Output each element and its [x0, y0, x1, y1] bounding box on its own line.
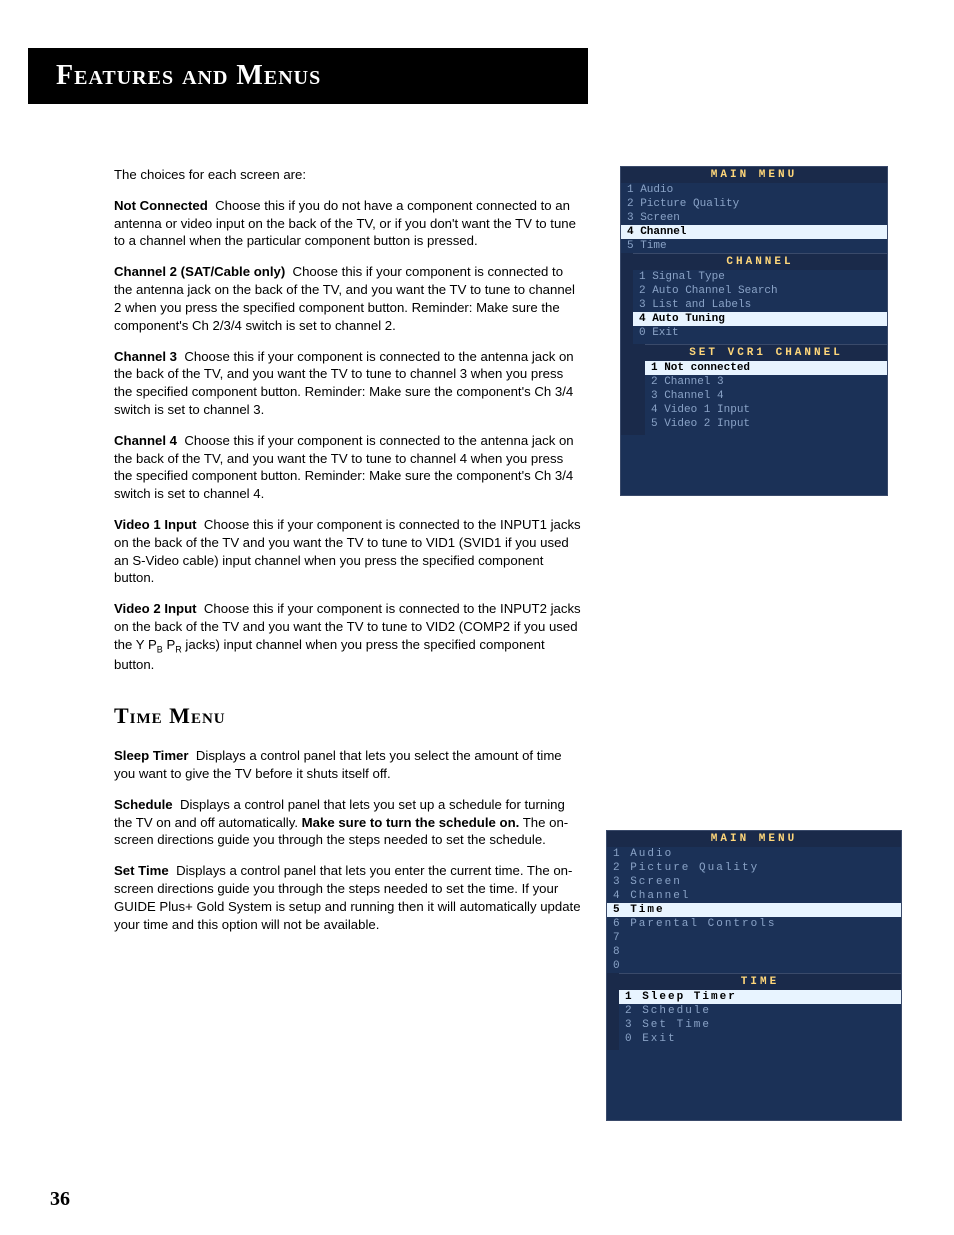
- menu-item: 5 Video 2 Input: [645, 417, 887, 431]
- menu-item: 5 Time: [607, 903, 901, 917]
- menu-item: 4 Channel: [607, 889, 901, 903]
- menu-item: 4 Video 1 Input: [645, 403, 887, 417]
- time-menu-heading: Time Menu: [114, 701, 584, 731]
- menu-item: 4 Auto Tuning: [633, 312, 887, 326]
- option-channel-4: Channel 4 Choose this if your component …: [114, 432, 584, 503]
- option-not-connected: Not Connected Choose this if you do not …: [114, 197, 584, 250]
- menu-item: 7: [607, 931, 901, 945]
- menu-item: 0: [607, 959, 901, 973]
- menu-item: 8: [607, 945, 901, 959]
- option-channel-2: Channel 2 (SAT/Cable only) Choose this i…: [114, 263, 584, 334]
- osd-channel-menu: MAIN MENU 1 Audio2 Picture Quality3 Scre…: [620, 166, 888, 496]
- menu-item: 2 Picture Quality: [607, 861, 901, 875]
- osd-time-title: TIME: [619, 974, 901, 990]
- page-number: 36: [50, 1188, 70, 1211]
- body-text: The choices for each screen are: Not Con…: [114, 166, 584, 946]
- intro-text: The choices for each screen are:: [114, 166, 584, 184]
- option-channel-3: Channel 3 Choose this if your component …: [114, 348, 584, 419]
- menu-item: 2 Auto Channel Search: [633, 284, 887, 298]
- section-header: Features and Menus: [28, 48, 588, 104]
- time-sleep-timer: Sleep Timer Displays a control panel tha…: [114, 747, 584, 783]
- menu-item: 1 Audio: [607, 847, 901, 861]
- menu-item: 2 Picture Quality: [621, 197, 887, 211]
- menu-item: 0 Exit: [633, 326, 887, 340]
- menu-item: 2 Schedule: [619, 1004, 901, 1018]
- menu-item: 3 Set Time: [619, 1018, 901, 1032]
- osd-channel-title: CHANNEL: [633, 254, 887, 270]
- time-set-time: Set Time Displays a control panel that l…: [114, 862, 584, 933]
- menu-item: 5 Time: [621, 239, 887, 253]
- osd-main-title: MAIN MENU: [621, 167, 887, 183]
- option-video-1: Video 1 Input Choose this if your compon…: [114, 516, 584, 587]
- option-video-2: Video 2 Input Choose this if your compon…: [114, 600, 584, 673]
- menu-item: 2 Channel 3: [645, 375, 887, 389]
- time-schedule: Schedule Displays a control panel that l…: [114, 796, 584, 849]
- menu-item: 6 Parental Controls: [607, 917, 901, 931]
- menu-item: 1 Not connected: [645, 361, 887, 375]
- menu-item: 1 Signal Type: [633, 270, 887, 284]
- osd-vcr1-title: SET VCR1 CHANNEL: [645, 345, 887, 361]
- osd-main-title-2: MAIN MENU: [607, 831, 901, 847]
- menu-item: 3 Channel 4: [645, 389, 887, 403]
- menu-item: 0 Exit: [619, 1032, 901, 1046]
- menu-item: 3 Screen: [607, 875, 901, 889]
- osd-time-menu: MAIN MENU 1 Audio2 Picture Quality3 Scre…: [606, 830, 902, 1121]
- menu-item: 3 Screen: [621, 211, 887, 225]
- menu-item: 1 Audio: [621, 183, 887, 197]
- menu-item: 1 Sleep Timer: [619, 990, 901, 1004]
- menu-item: 3 List and Labels: [633, 298, 887, 312]
- menu-item: 4 Channel: [621, 225, 887, 239]
